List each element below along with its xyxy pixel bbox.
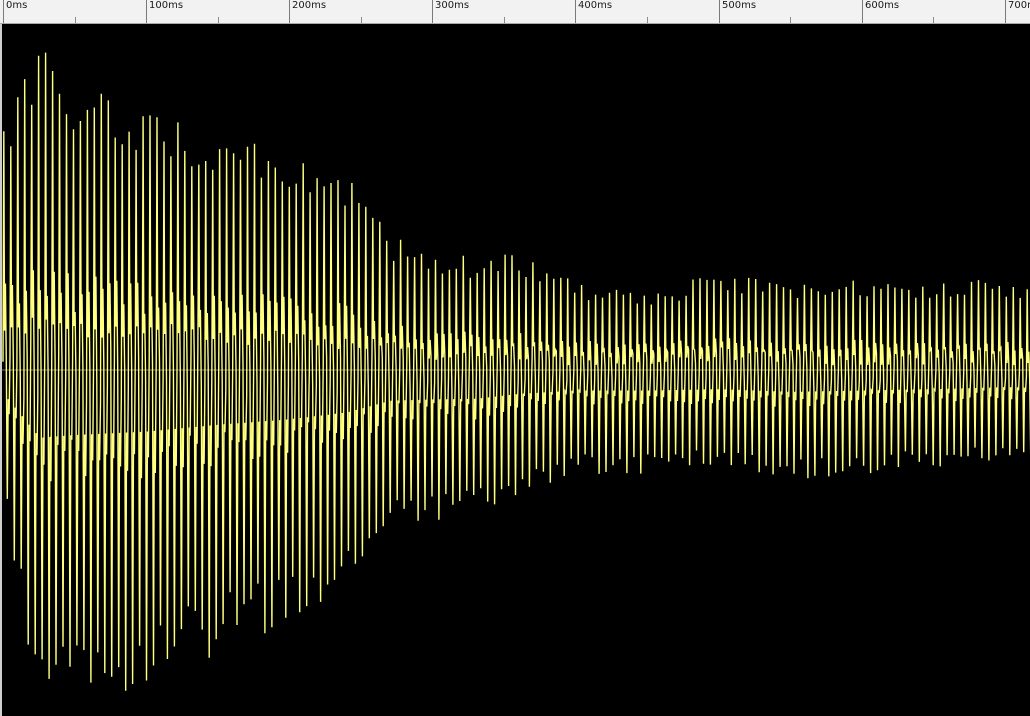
ruler-tick-label: 300ms (435, 0, 470, 11)
ruler-minor-tick (75, 17, 76, 23)
ruler-minor-tick (218, 17, 219, 23)
ruler-major-tick (719, 0, 720, 23)
ruler-major-tick (146, 0, 147, 23)
waveform-editor: 0ms 100ms 200ms 300ms 400ms 500ms 600ms 700ms (0, 0, 1030, 716)
ruler-minor-tick (933, 17, 934, 23)
waveform-trace (2, 52, 1030, 691)
ruler-tick-label: 400ms (578, 0, 613, 11)
waveform-display[interactable] (0, 24, 1030, 716)
ruler-tick-label: 600ms (865, 0, 900, 11)
ruler-minor-tick (790, 17, 791, 23)
ruler-major-tick (3, 0, 4, 23)
waveform-graph (0, 52, 1030, 691)
ruler-tick-label: 200ms (292, 0, 327, 11)
ruler-major-tick (289, 0, 290, 23)
ruler-tick-label: 100ms (149, 0, 184, 11)
ruler-major-tick (862, 0, 863, 23)
ruler-tick-label: 700ms (1008, 0, 1030, 11)
ruler-tick-label: 500ms (722, 0, 757, 11)
ruler-major-tick (432, 0, 433, 23)
ruler-major-tick (575, 0, 576, 23)
time-ruler[interactable]: 0ms 100ms 200ms 300ms 400ms 500ms 600ms 700ms (0, 0, 1030, 24)
ruler-major-tick (1005, 0, 1006, 23)
ruler-minor-tick (647, 17, 648, 23)
ruler-minor-tick (504, 17, 505, 23)
ruler-tick-label: 0ms (6, 0, 28, 11)
ruler-minor-tick (361, 17, 362, 23)
left-border (0, 24, 2, 716)
